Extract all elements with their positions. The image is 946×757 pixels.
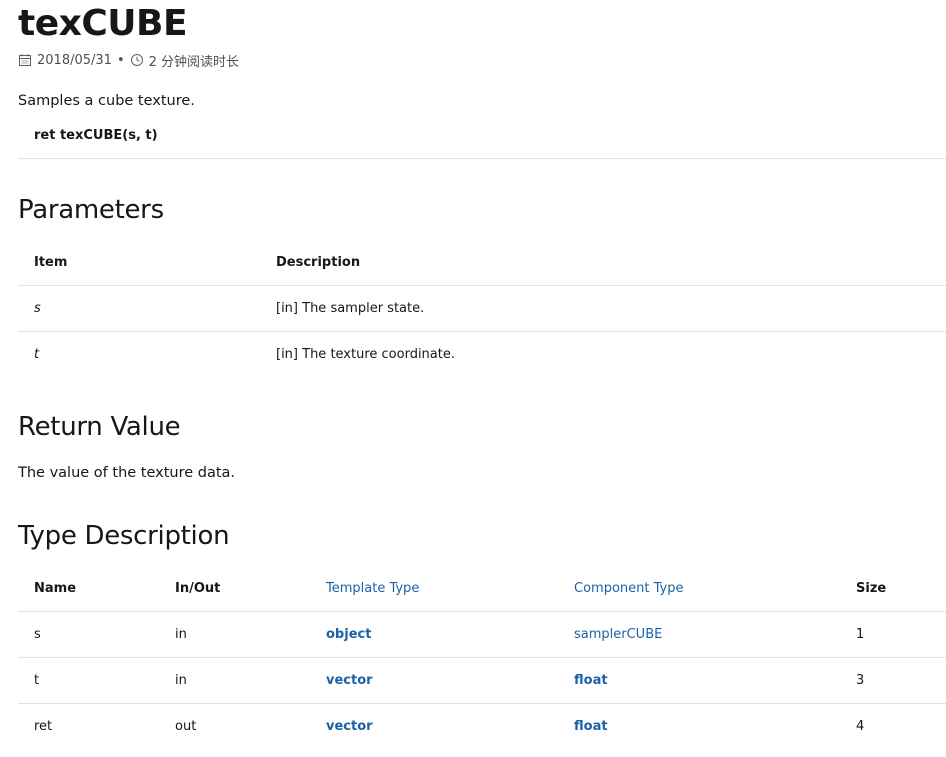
article-metadata: 2018/05/31 • 2 分钟阅读时长 <box>18 51 240 70</box>
return-value-text: The value of the texture data. <box>18 465 236 481</box>
component-type-link[interactable]: float <box>558 657 840 704</box>
parameters-heading: Parameters <box>18 195 164 225</box>
parameters-table: Item Description s [in] The sampler stat… <box>18 239 946 377</box>
type-description-heading: Type Description <box>18 521 230 551</box>
clock-icon <box>130 54 143 66</box>
meta-separator: • <box>116 52 125 68</box>
template-type-link[interactable]: vector <box>310 704 558 750</box>
page-title: texCUBE <box>18 3 188 44</box>
table-row: t in vector float 3 <box>18 657 946 704</box>
type-inout: in <box>159 611 310 658</box>
table-row: t [in] The texture coordinate. <box>18 332 946 378</box>
column-header-description: Description <box>260 239 946 286</box>
component-type-link[interactable]: float <box>558 704 840 750</box>
table-header-row: Name In/Out Template Type Component Type… <box>18 565 946 612</box>
table-row: s in object samplerCUBE 1 <box>18 611 946 658</box>
component-type-link[interactable]: samplerCUBE <box>558 611 840 658</box>
type-name: ret <box>34 719 53 734</box>
template-type-link[interactable]: vector <box>310 657 558 704</box>
calendar-icon <box>19 54 31 66</box>
param-description: [in] The sampler state. <box>260 285 946 332</box>
return-value-heading: Return Value <box>18 412 181 442</box>
publish-date: 2018/05/31 <box>37 52 112 68</box>
column-header-inout: In/Out <box>159 565 310 612</box>
column-header-item: Item <box>18 239 260 286</box>
type-size: 1 <box>840 611 946 658</box>
template-type-link[interactable]: object <box>310 611 558 658</box>
type-name: t <box>18 657 159 704</box>
syntax-block: ret texCUBE(s, t) <box>18 124 946 159</box>
type-size: 4 <box>856 719 865 734</box>
param-description: [in] The texture coordinate. <box>276 347 455 362</box>
column-header-component-type-link[interactable]: Component Type <box>558 565 840 612</box>
summary-text: Samples a cube texture. <box>18 93 195 109</box>
table-row: s [in] The sampler state. <box>18 285 946 332</box>
read-time: 2 分钟阅读时长 <box>148 54 240 70</box>
type-name: s <box>18 611 159 658</box>
type-description-table: Name In/Out Template Type Component Type… <box>18 565 946 749</box>
column-header-size: Size <box>840 565 946 612</box>
type-size: 3 <box>840 657 946 704</box>
table-row: ret out vector float 4 <box>18 704 946 750</box>
column-header-name: Name <box>18 565 159 612</box>
table-header-row: Item Description <box>18 239 946 286</box>
param-item: s <box>18 285 260 332</box>
type-inout: out <box>175 719 197 734</box>
param-item: t <box>34 347 40 362</box>
type-inout: in <box>159 657 310 704</box>
syntax-code: ret texCUBE(s, t) <box>34 128 158 143</box>
column-header-template-type-link[interactable]: Template Type <box>310 565 558 612</box>
